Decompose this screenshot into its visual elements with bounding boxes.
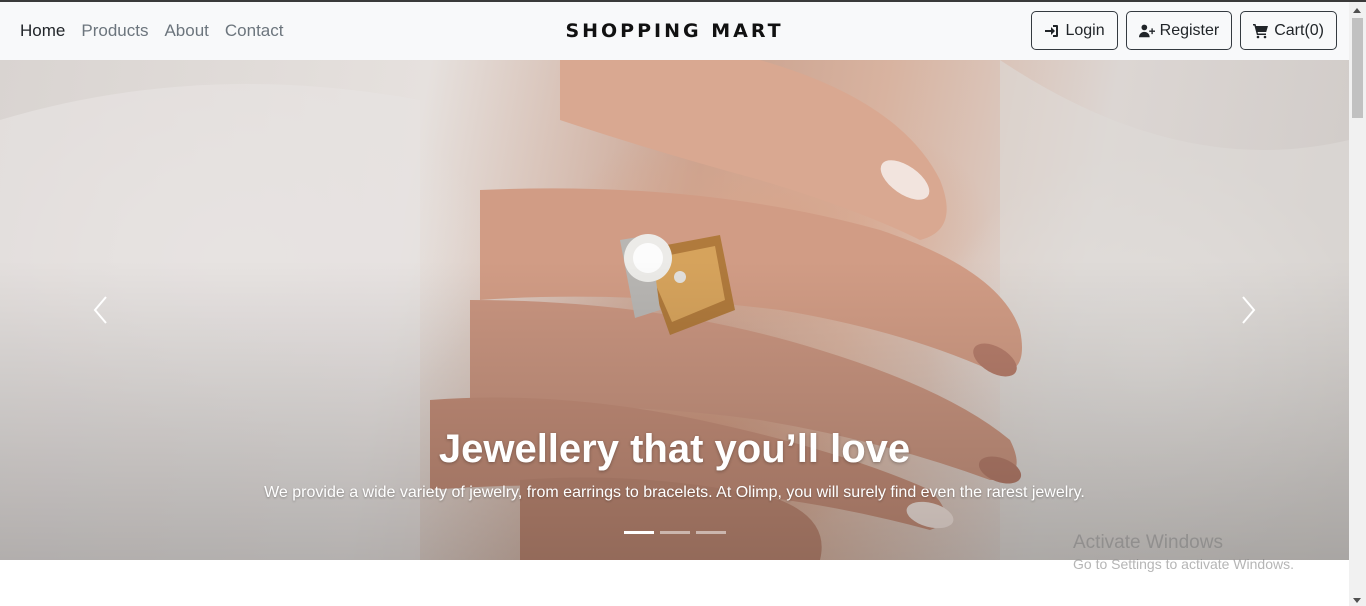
nav-link-contact[interactable]: Contact bbox=[225, 21, 284, 41]
chevron-right-icon bbox=[1242, 296, 1256, 324]
brand-logo-text[interactable]: SHOPPING MART bbox=[565, 20, 783, 42]
nav-link-home[interactable]: Home bbox=[20, 21, 65, 41]
page-scrollbar[interactable] bbox=[1349, 2, 1366, 606]
carousel-indicator-1[interactable] bbox=[623, 531, 654, 534]
nav-link-products[interactable]: Products bbox=[81, 21, 148, 41]
watermark-subtitle: Go to Settings to activate Windows. bbox=[1073, 556, 1294, 572]
carousel-caption-title: Jewellery that you’ll love bbox=[438, 427, 911, 471]
cart-button[interactable]: Cart(0) bbox=[1240, 11, 1337, 50]
nav-buttons: Login Register Cart(0) bbox=[1031, 11, 1337, 50]
navbar: Home Products About Contact SHOPPING MAR… bbox=[0, 2, 1349, 60]
chevron-left-icon bbox=[93, 296, 107, 324]
hero-carousel: Jewellery that you’ll love We provide a … bbox=[0, 60, 1349, 560]
nav-link-about[interactable]: About bbox=[164, 21, 208, 41]
scroll-down-arrow-icon[interactable] bbox=[1353, 598, 1361, 603]
register-label: Register bbox=[1159, 21, 1220, 39]
login-label: Login bbox=[1065, 21, 1105, 39]
shopping-cart-icon bbox=[1253, 23, 1269, 38]
carousel-prev-button[interactable] bbox=[81, 285, 121, 335]
carousel-next-button[interactable] bbox=[1228, 285, 1268, 335]
sign-in-icon bbox=[1045, 24, 1059, 37]
carousel-caption-text: We provide a wide variety of jewelry, fr… bbox=[264, 484, 1085, 501]
register-button[interactable]: Register bbox=[1125, 11, 1233, 50]
nav-links: Home Products About Contact bbox=[20, 2, 283, 60]
scroll-up-arrow-icon[interactable] bbox=[1353, 8, 1361, 13]
activate-windows-watermark: Activate Windows Go to Settings to activ… bbox=[1073, 532, 1294, 572]
cart-label: Cart(0) bbox=[1274, 21, 1324, 39]
login-button[interactable]: Login bbox=[1031, 11, 1118, 50]
carousel-indicator-3[interactable] bbox=[695, 531, 726, 534]
watermark-title: Activate Windows bbox=[1073, 532, 1223, 553]
scrollbar-thumb[interactable] bbox=[1352, 18, 1363, 118]
carousel-indicator-2[interactable] bbox=[659, 531, 690, 534]
user-plus-icon bbox=[1138, 24, 1155, 37]
